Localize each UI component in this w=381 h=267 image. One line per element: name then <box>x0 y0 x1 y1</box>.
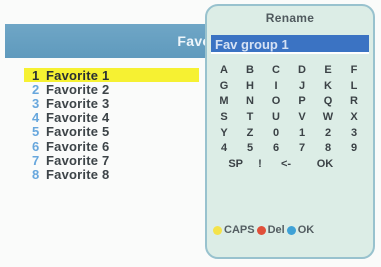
tv-screen: Favor 1 Favorite 1 2 Favorite 2 3 Favori… <box>0 0 381 267</box>
key-exclamation[interactable]: ! <box>247 158 273 170</box>
key-s[interactable]: S <box>211 111 237 123</box>
key-q[interactable]: Q <box>315 95 341 107</box>
key-f[interactable]: F <box>341 64 367 76</box>
key-n[interactable]: N <box>237 95 263 107</box>
favorite-list: 1 Favorite 1 2 Favorite 2 3 Favorite 3 4… <box>24 68 224 182</box>
key-i[interactable]: I <box>263 80 289 92</box>
favorite-number: 8 <box>32 166 40 182</box>
rename-dialog: Rename Fav group 1 A B C D E F G H I J K… <box>205 4 375 259</box>
caps-label: CAPS <box>224 224 255 236</box>
favorite-number: 4 <box>32 110 40 126</box>
key-7[interactable]: 7 <box>289 142 315 154</box>
key-row: SP ! <- OK <box>211 156 371 172</box>
key-l[interactable]: L <box>341 80 367 92</box>
key-ok[interactable]: OK <box>299 158 351 170</box>
key-h[interactable]: H <box>237 80 263 92</box>
key-g[interactable]: G <box>211 80 237 92</box>
key-c[interactable]: C <box>263 64 289 76</box>
favorite-label: Favorite 5 <box>46 124 110 140</box>
ok-label: OK <box>297 224 315 236</box>
favorite-item-5[interactable]: 5 Favorite 5 <box>24 124 224 140</box>
key-5[interactable]: 5 <box>237 142 263 154</box>
key-9[interactable]: 9 <box>341 142 367 154</box>
rename-input[interactable]: Fav group 1 <box>211 35 369 54</box>
key-y[interactable]: Y <box>211 127 237 139</box>
favorite-item-8[interactable]: 8 Favorite 8 <box>24 166 224 182</box>
favorite-label: Favorite 1 <box>46 67 110 83</box>
favorite-number: 5 <box>32 124 40 140</box>
favorite-label: Favorite 7 <box>46 152 110 168</box>
key-4[interactable]: 4 <box>211 142 237 154</box>
key-e[interactable]: E <box>315 64 341 76</box>
key-w[interactable]: W <box>315 111 341 123</box>
favorite-item-2[interactable]: 2 Favorite 2 <box>24 81 224 97</box>
key-row: S T U V W X <box>211 109 371 125</box>
key-1[interactable]: 1 <box>289 127 315 139</box>
key-row: G H I J K L <box>211 78 371 94</box>
key-0[interactable]: 0 <box>263 127 289 139</box>
red-key-icon <box>256 225 266 235</box>
key-p[interactable]: P <box>289 95 315 107</box>
favorite-label: Favorite 8 <box>46 166 110 182</box>
key-t[interactable]: T <box>237 111 263 123</box>
favorite-item-4[interactable]: 4 Favorite 4 <box>24 110 224 126</box>
key-m[interactable]: M <box>211 95 237 107</box>
favorite-label: Favorite 2 <box>46 81 110 97</box>
blue-key-icon <box>286 225 296 235</box>
color-key-legend: CAPS Del OK <box>213 222 373 238</box>
favorite-number: 2 <box>32 81 40 97</box>
key-b[interactable]: B <box>237 64 263 76</box>
key-d[interactable]: D <box>289 64 315 76</box>
key-6[interactable]: 6 <box>263 142 289 154</box>
favorite-label: Favorite 4 <box>46 110 110 126</box>
key-r[interactable]: R <box>341 95 367 107</box>
key-u[interactable]: U <box>263 111 289 123</box>
favorite-number: 6 <box>32 138 40 154</box>
key-row: Y Z 0 1 2 3 <box>211 125 371 141</box>
key-j[interactable]: J <box>289 80 315 92</box>
favorite-item-3[interactable]: 3 Favorite 3 <box>24 95 224 111</box>
del-label: Del <box>267 224 285 236</box>
on-screen-keyboard: A B C D E F G H I J K L M N O P Q R S T … <box>211 62 371 172</box>
key-8[interactable]: 8 <box>315 142 341 154</box>
key-a[interactable]: A <box>211 64 237 76</box>
dialog-title: Rename <box>265 11 315 25</box>
favorite-item-6[interactable]: 6 Favorite 6 <box>24 138 224 154</box>
favorite-header-bar: Favor <box>5 24 237 58</box>
key-o[interactable]: O <box>263 95 289 107</box>
key-row: A B C D E F <box>211 62 371 78</box>
key-x[interactable]: X <box>341 111 367 123</box>
key-row: 4 5 6 7 8 9 <box>211 140 371 156</box>
key-space[interactable]: SP <box>211 158 247 170</box>
key-row: M N O P Q R <box>211 93 371 109</box>
key-2[interactable]: 2 <box>315 127 341 139</box>
key-3[interactable]: 3 <box>341 127 367 139</box>
favorite-number: 1 <box>32 67 40 83</box>
favorite-number: 3 <box>32 95 40 111</box>
key-v[interactable]: V <box>289 111 315 123</box>
key-k[interactable]: K <box>315 80 341 92</box>
favorite-item-7[interactable]: 7 Favorite 7 <box>24 152 224 168</box>
key-z[interactable]: Z <box>237 127 263 139</box>
yellow-key-icon <box>213 225 222 235</box>
favorite-label: Favorite 3 <box>46 95 110 111</box>
favorite-label: Favorite 6 <box>46 138 110 154</box>
favorite-item-1[interactable]: 1 Favorite 1 <box>24 67 199 83</box>
favorite-number: 7 <box>32 152 40 168</box>
key-backspace[interactable]: <- <box>273 158 299 170</box>
